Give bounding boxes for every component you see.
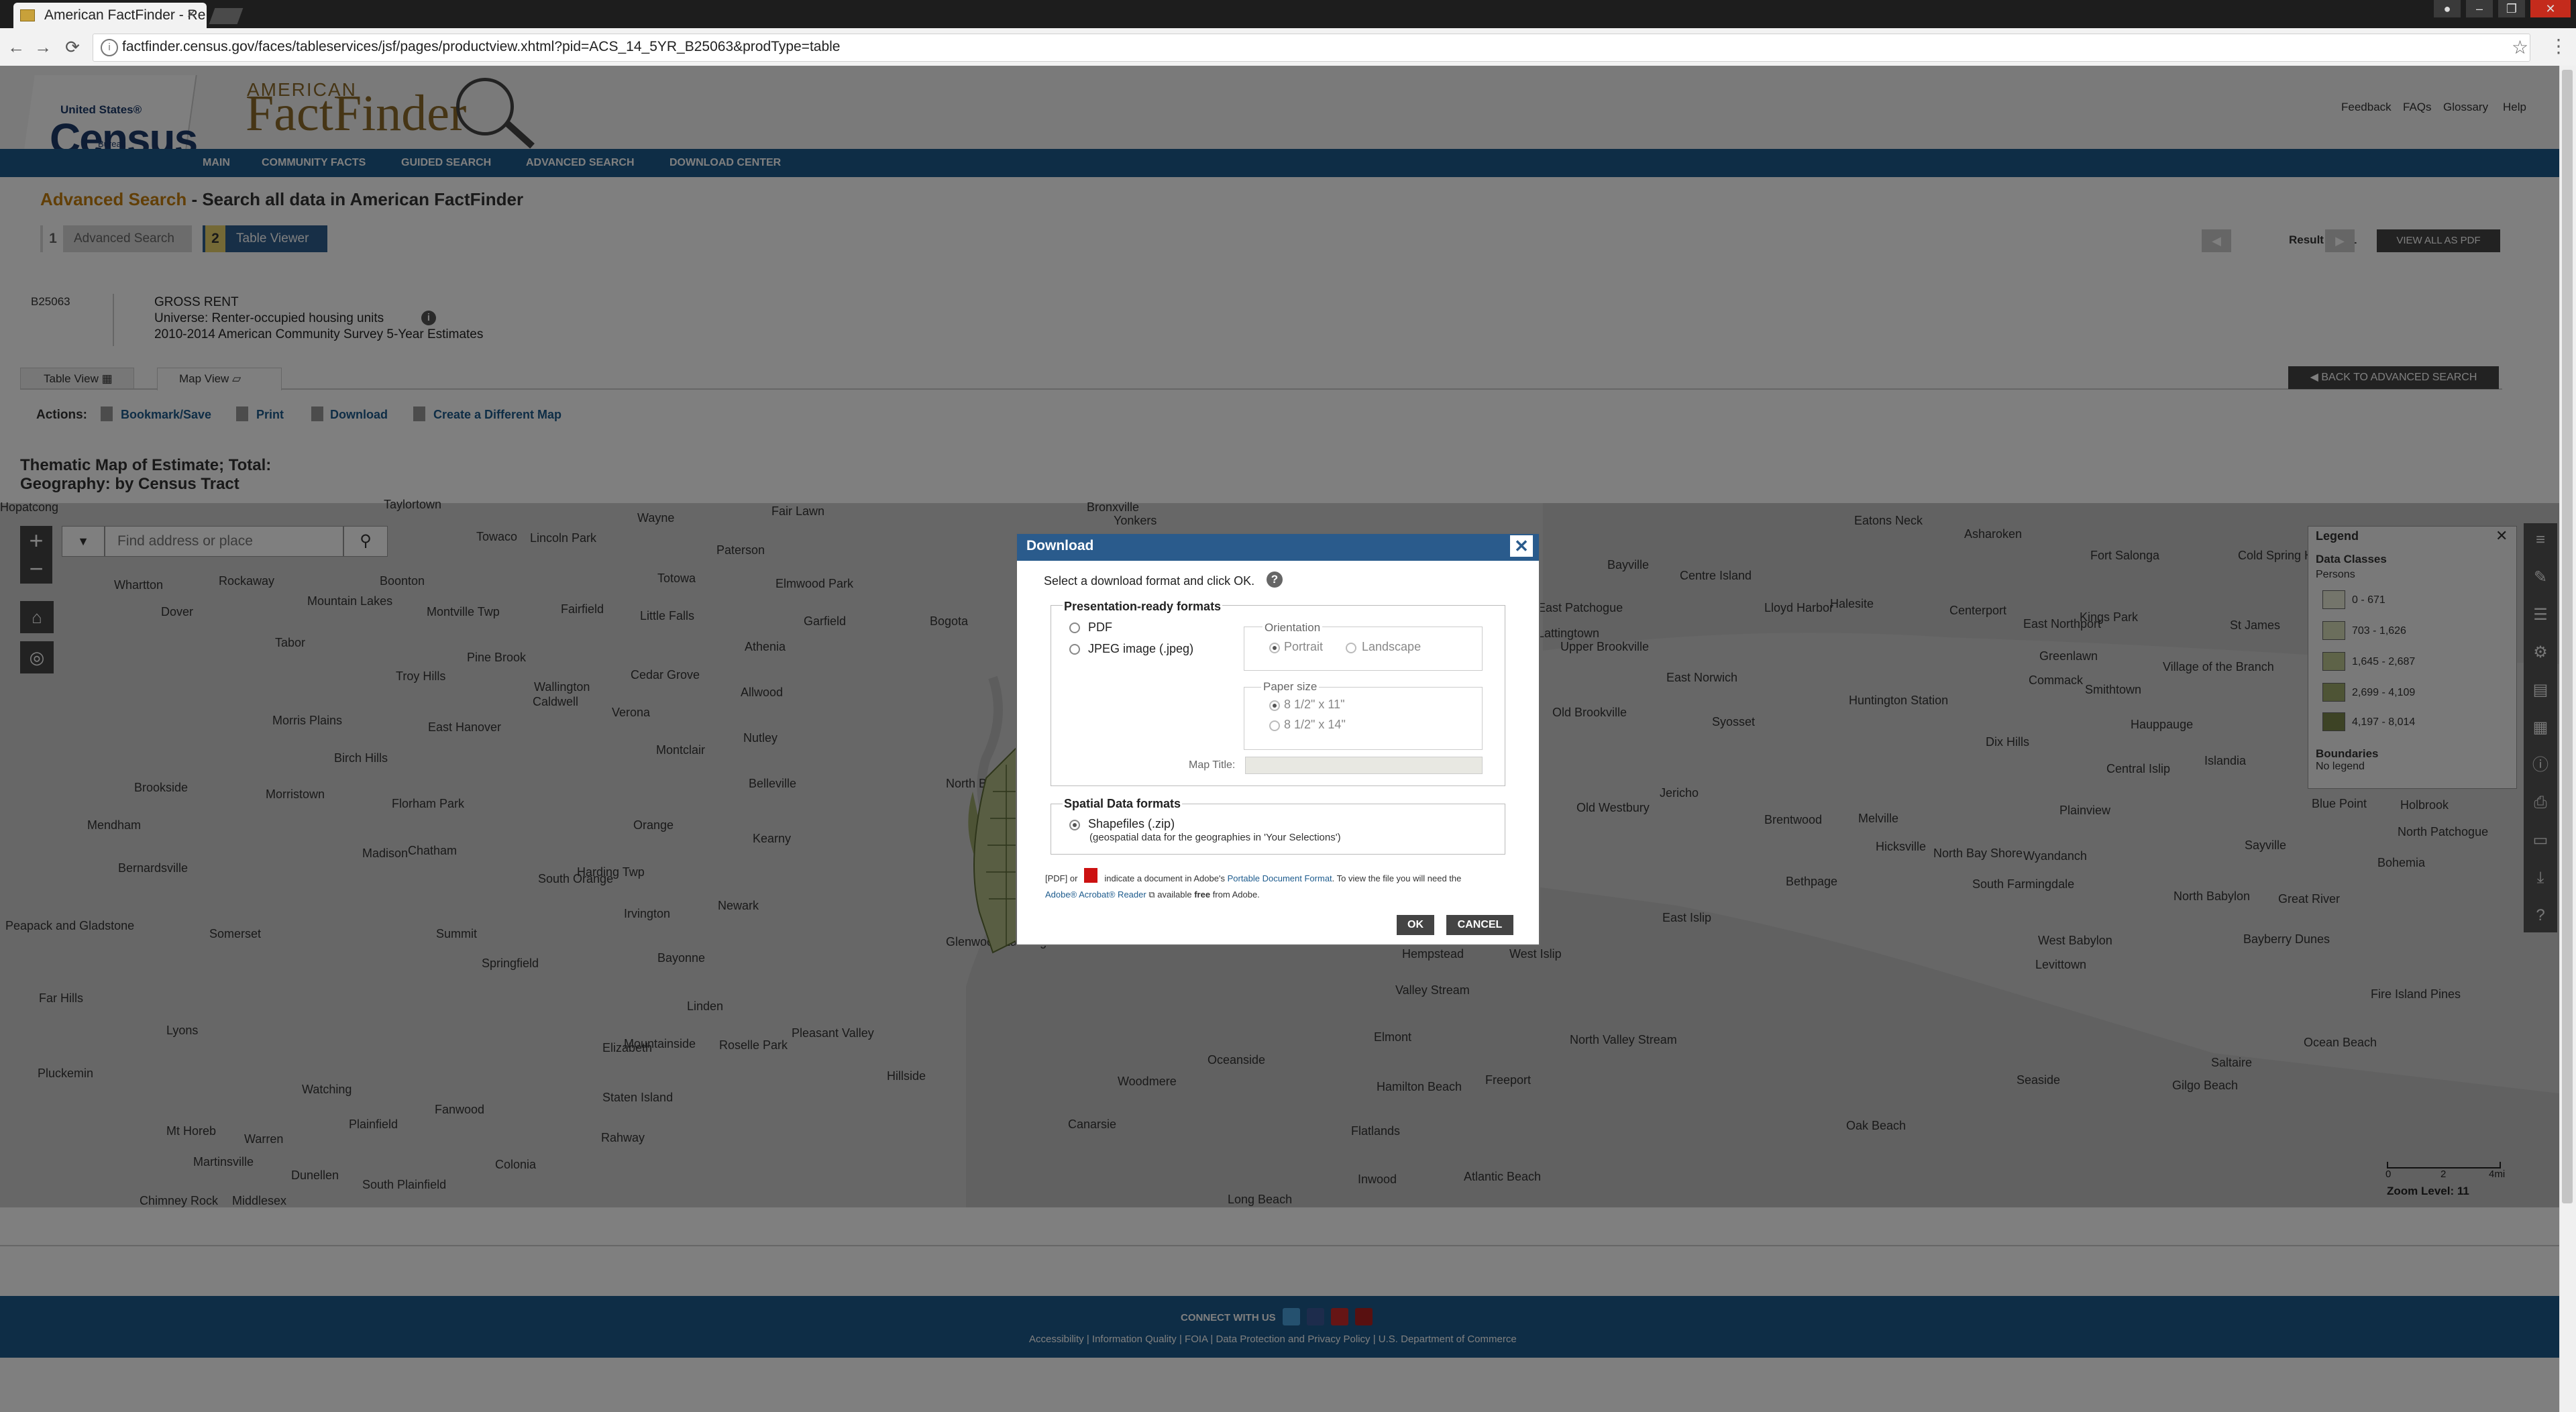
jpeg-radio[interactable] [1069,644,1080,655]
pdf-note: [PDF] or indicate a document in Adobe's P… [1045,873,1462,883]
dialog-title: Download [1026,538,1094,553]
spatial-formats-label: Spatial Data formats [1063,797,1183,811]
portrait-label[interactable]: Portrait [1284,640,1323,654]
portable-document-format-link[interactable]: Portable Document Format [1228,873,1332,883]
paper-size-label: Paper size [1261,680,1320,694]
url-text[interactable]: factfinder.census.gov/faces/tableservice… [122,39,841,55]
scrollbar-thumb[interactable] [2562,70,2573,1203]
forward-button[interactable]: → [32,36,54,58]
dialog-close-icon[interactable]: ✕ [1509,535,1534,557]
paper-legal-label[interactable]: 8 1/2" x 14" [1284,718,1346,732]
presentation-formats-label: Presentation-ready formats [1063,600,1223,614]
browser-tab[interactable]: American FactFinder - Re [13,3,207,28]
info-icon[interactable]: i [101,39,118,56]
shapefiles-description: (geospatial data for the geographies in … [1089,832,1341,843]
landscape-label[interactable]: Landscape [1362,640,1421,654]
ok-button[interactable]: OK [1397,915,1434,935]
pdf-radio[interactable] [1069,622,1080,633]
portrait-radio[interactable] [1269,643,1280,653]
map-title-label: Map Title: [1189,759,1236,771]
bookmark-star-icon[interactable]: ☆ [2512,36,2528,58]
pdf-option-label[interactable]: PDF [1088,620,1112,635]
paper-size-group [1244,687,1483,750]
new-tab-button[interactable] [209,8,244,24]
help-icon[interactable]: ? [1267,572,1283,588]
external-link-icon: ⧉ [1148,889,1155,900]
dialog-instruction: Select a download format and click OK. [1044,574,1255,588]
paper-letter-radio[interactable] [1269,700,1280,711]
reload-button[interactable]: ⟳ [62,36,83,58]
acrobat-reader-link[interactable]: Adobe® Acrobat® Reader [1045,889,1146,900]
browser-menu-icon[interactable]: ⋮ [2549,35,2568,57]
shapefiles-radio[interactable] [1069,820,1080,830]
map-title-input[interactable] [1245,757,1483,774]
restore-button[interactable]: ❐ [2498,0,2525,17]
browser-titlebar [0,0,2576,28]
jpeg-option-label[interactable]: JPEG image (.jpeg) [1088,642,1193,656]
tab-close-icon[interactable]: × [181,3,201,25]
dialog-header [1017,534,1539,561]
paper-letter-label[interactable]: 8 1/2" x 11" [1284,698,1345,712]
orientation-label: Orientation [1263,621,1323,635]
window-close-button[interactable]: ✕ [2530,0,2571,17]
back-button[interactable]: ← [5,36,27,58]
cancel-button[interactable]: CANCEL [1446,915,1513,935]
reader-note: Adobe® Acrobat® Reader ⧉ available free … [1045,889,1260,900]
shapefiles-label[interactable]: Shapefiles (.zip) [1088,817,1175,831]
favicon-icon [20,9,35,21]
landscape-radio[interactable] [1346,643,1356,653]
paper-legal-radio[interactable] [1269,720,1280,731]
user-icon[interactable]: ● [2434,0,2461,17]
minimize-button[interactable]: – [2466,0,2493,17]
